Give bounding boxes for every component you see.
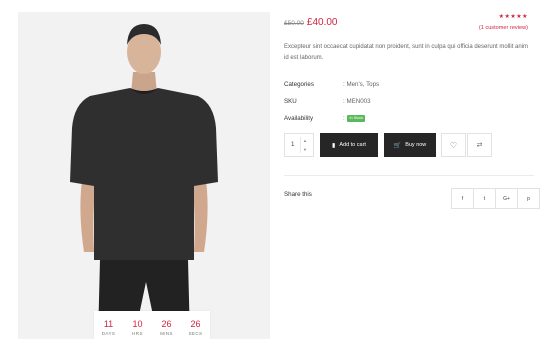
share-facebook-button[interactable]: f [451,188,474,209]
compare-button[interactable]: ⇄ [467,133,492,157]
sale-countdown: 11 DAYS 10 HRS 26 MINS 26 SECS [94,311,210,339]
star-rating-icon: ★★★★★ [498,14,528,20]
compare-icon: ⇄ [476,142,483,149]
quantity-divider [300,137,301,153]
countdown-days: 11 DAYS [94,311,123,339]
meta-categories: Categories : Men's, Tops [284,80,534,90]
share-twitter-button[interactable]: t [473,188,496,209]
sku-value: : MEN003 [343,98,371,105]
countdown-seconds: 26 SECS [181,311,210,339]
share-pinterest-button[interactable]: p [517,188,540,209]
quantity-input[interactable]: 1 [291,141,294,148]
availability-label: Availability [284,115,314,122]
cart-icon: ▮ [332,142,336,149]
countdown-seconds-value: 26 [190,319,201,329]
buy-now-label: Buy now [405,142,427,148]
share-label: Share this [284,191,312,198]
categories-value[interactable]: : Men's, Tops [343,80,379,90]
google-plus-icon: G+ [503,195,510,202]
price: £50.00 £40.00 [284,17,337,28]
quantity-down-icon[interactable]: ▼ [303,147,307,152]
share-google-plus-button[interactable]: G+ [495,188,518,209]
add-to-cart-label: Add to cart [339,142,366,148]
availability-value: : In Stock [343,114,366,124]
bolt-cart-icon: 🛒 [393,142,402,149]
facebook-icon: f [461,195,464,202]
sale-price: £40.00 [306,17,338,28]
countdown-hours: 10 HRS [123,311,152,339]
countdown-minutes: 26 MINS [152,311,181,339]
sku-label: SKU [284,98,297,105]
meta-availability: Availability : In Stock [284,114,534,124]
twitter-icon: t [483,195,486,202]
rating: ★★★★★ (1 customer review) [479,13,528,33]
buy-now-button[interactable]: 🛒 Buy now [384,133,436,157]
categories-label: Categories [284,81,314,88]
countdown-minutes-value: 26 [161,319,172,329]
meta-sku: SKU : MEN003 [284,97,534,107]
old-price: £50.00 [284,20,304,27]
divider [284,175,534,176]
in-stock-badge: In Stock [347,114,366,122]
countdown-hours-value: 10 [132,319,143,329]
countdown-days-label: DAYS [101,331,116,336]
countdown-days-value: 11 [103,319,114,329]
product-image[interactable]: 11 DAYS 10 HRS 26 MINS 26 SECS [18,12,270,339]
countdown-seconds-label: SECS [188,331,203,336]
countdown-minutes-label: MINS [160,331,173,336]
pinterest-icon: p [527,195,530,202]
model-photo [18,12,270,339]
availability-colon: : [343,115,345,122]
product-description: Excepteur sint occaecat cupidatat non pr… [284,44,529,61]
heart-icon: ♡ [449,140,458,150]
customer-review-link[interactable]: (1 customer review) [479,24,528,33]
wishlist-button[interactable]: ♡ [441,133,466,157]
add-to-cart-button[interactable]: ▮ Add to cart [320,133,378,157]
countdown-hours-label: HRS [132,331,143,336]
quantity-stepper[interactable]: 1 ▲ ▼ [284,133,314,157]
quantity-up-icon[interactable]: ▲ [303,138,307,143]
